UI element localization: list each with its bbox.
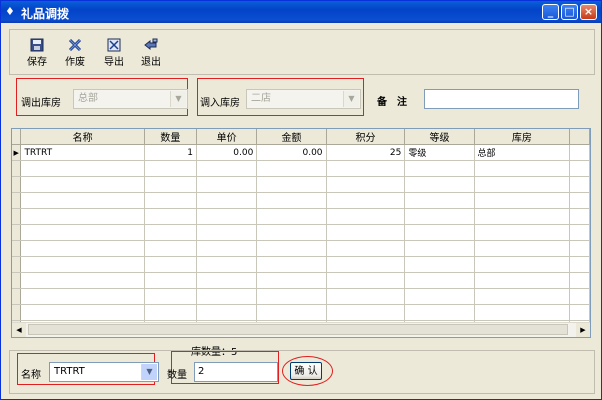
cell-amount[interactable]: 0.00 <box>256 144 327 161</box>
void-icon <box>68 38 82 52</box>
window-menu-icon[interactable]: ♦ <box>5 5 19 19</box>
minimize-icon: _ <box>547 5 554 18</box>
remark-input[interactable] <box>424 89 579 109</box>
void-label: 作废 <box>65 57 85 68</box>
toolbar: 保存 作废 导出 退出 <box>9 29 595 75</box>
column-header-unit-price[interactable]: 单价 <box>196 129 258 145</box>
close-button[interactable]: × <box>580 4 597 20</box>
save-label: 保存 <box>27 57 47 68</box>
cell-warehouse[interactable]: 总部 <box>474 144 571 161</box>
in-warehouse-value: 二店 <box>251 93 271 104</box>
chevron-down-icon[interactable]: ▼ <box>141 364 157 380</box>
close-icon: × <box>583 5 594 18</box>
name-label: 名称 <box>21 370 41 381</box>
column-header-points[interactable]: 积分 <box>326 129 406 145</box>
exit-icon <box>144 38 158 51</box>
save-icon <box>30 38 44 52</box>
row-indicator-header <box>12 129 22 145</box>
grid-table: 名称 数量 单价 金额 积分 等级 库房 ▶ TRTRT 1 0.00 0.00 <box>12 129 590 337</box>
column-header-warehouse[interactable]: 库房 <box>474 129 571 145</box>
cell-points[interactable]: 25 <box>326 144 406 161</box>
window-title: 礼品调拨 <box>21 7 70 21</box>
horizontal-scrollbar[interactable]: ◀ ▶ <box>12 322 590 337</box>
cell-quantity[interactable]: 1 <box>144 144 197 161</box>
cell-filler <box>569 144 590 161</box>
column-header-quantity[interactable]: 数量 <box>144 129 197 145</box>
minimize-button[interactable]: _ <box>542 4 559 20</box>
empty-row <box>12 240 590 257</box>
transfer-grid: 名称 数量 单价 金额 积分 等级 库房 ▶ TRTRT 1 0.00 0.00 <box>11 128 591 338</box>
out-warehouse-value: 总部 <box>78 93 98 104</box>
void-button[interactable]: 作废 <box>58 32 92 72</box>
scroll-right-icon[interactable]: ▶ <box>576 323 590 337</box>
empty-row <box>12 160 590 177</box>
maximize-button[interactable]: □ <box>561 4 578 20</box>
exit-label: 退出 <box>141 57 161 68</box>
confirm-button[interactable]: 确 认 <box>290 362 322 380</box>
current-row-indicator-icon: ▶ <box>12 144 22 161</box>
empty-row <box>12 256 590 273</box>
empty-row <box>12 304 590 321</box>
column-header-amount[interactable]: 金额 <box>256 129 327 145</box>
quantity-label: 数量 <box>167 370 187 381</box>
empty-row <box>12 288 590 305</box>
export-label: 导出 <box>104 57 124 68</box>
export-button[interactable]: 导出 <box>97 32 131 72</box>
scroll-left-icon[interactable]: ◀ <box>12 323 26 337</box>
exit-button[interactable]: 退出 <box>134 32 168 72</box>
empty-row <box>12 272 590 289</box>
cell-level[interactable]: 零级 <box>404 144 475 161</box>
in-warehouse-select[interactable]: 二店 ▼ <box>246 89 361 109</box>
cell-unit-price[interactable]: 0.00 <box>196 144 258 161</box>
in-warehouse-label: 调入库房 <box>200 98 240 109</box>
chevron-down-icon[interactable]: ▼ <box>170 91 186 107</box>
empty-row <box>12 224 590 241</box>
remark-label: 备 注 <box>377 97 407 108</box>
out-warehouse-select[interactable]: 总部 ▼ <box>73 89 188 109</box>
empty-row <box>12 208 590 225</box>
out-warehouse-label: 调出库房 <box>21 98 61 109</box>
maximize-icon: □ <box>564 5 575 18</box>
empty-row <box>12 192 590 209</box>
grid-header-row: 名称 数量 单价 金额 积分 等级 库房 <box>12 129 590 145</box>
empty-row <box>12 176 590 193</box>
name-select-value: TRTRT <box>54 366 85 377</box>
scrollbar-thumb[interactable] <box>28 324 568 335</box>
table-row[interactable]: ▶ TRTRT 1 0.00 0.00 25 零级 总部 <box>12 144 590 161</box>
chevron-down-icon[interactable]: ▼ <box>343 91 359 107</box>
export-icon <box>107 38 121 52</box>
title-bar[interactable]: ♦ 礼品调拨 _ □ × <box>1 1 601 23</box>
cell-name[interactable]: TRTRT <box>20 144 145 161</box>
column-header-filler <box>569 129 590 145</box>
column-header-name[interactable]: 名称 <box>20 129 145 145</box>
column-header-level[interactable]: 等级 <box>404 129 475 145</box>
quantity-input[interactable]: 2 <box>194 362 278 382</box>
save-button[interactable]: 保存 <box>20 32 54 72</box>
name-select[interactable]: TRTRT ▼ <box>49 362 159 382</box>
gift-transfer-window: ♦ 礼品调拨 _ □ × 保存 作废 导出 退出 调出库房 总部 ▼ 调入库房 … <box>0 0 602 400</box>
